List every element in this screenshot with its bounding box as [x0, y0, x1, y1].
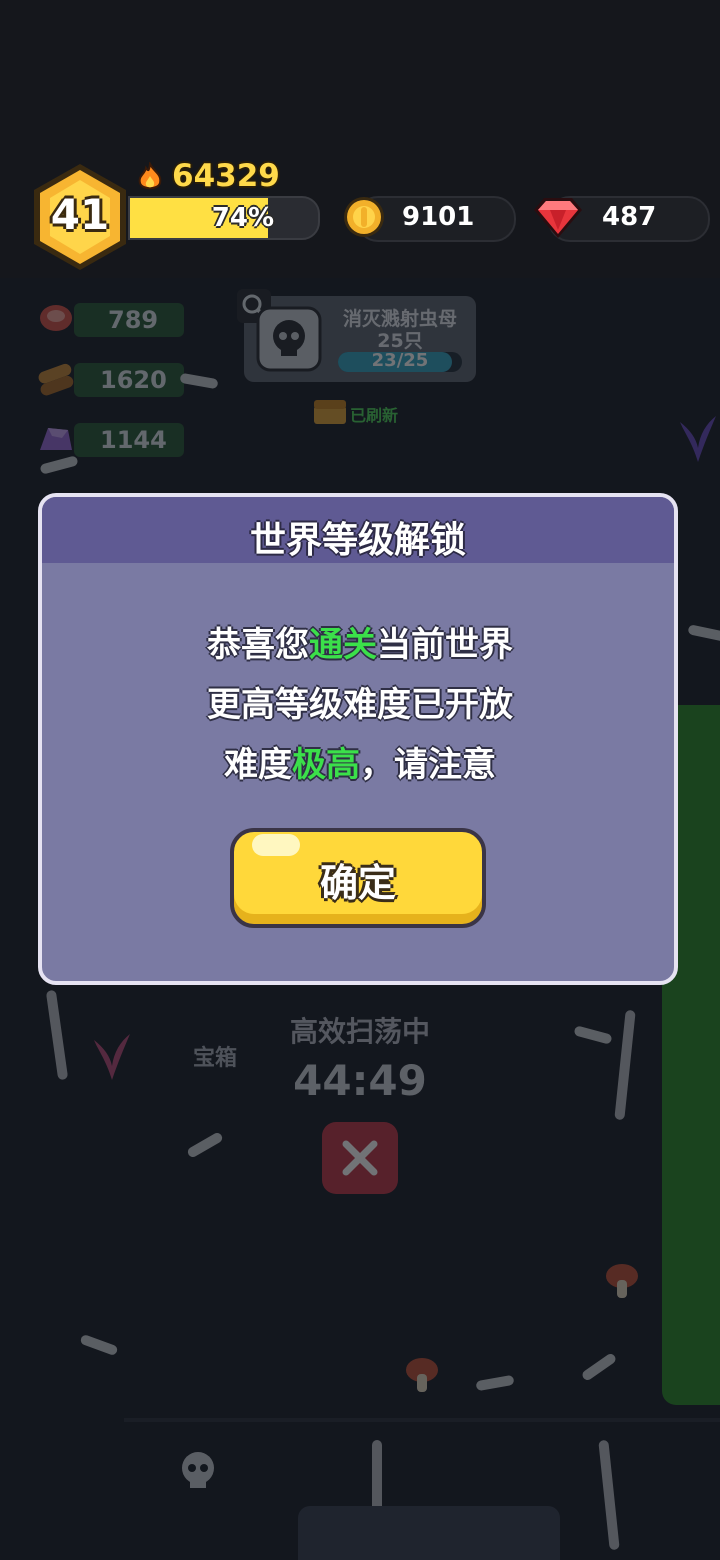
message-text: 恭喜您 — [207, 625, 309, 665]
coin-amount: 9101 — [402, 202, 475, 232]
dialog-title: 世界等级解锁 — [249, 520, 466, 561]
message-text: 难度 — [224, 745, 292, 785]
gem-amount: 487 — [602, 202, 657, 232]
highlight-difficulty: 极高 — [292, 745, 360, 785]
message-line-1: 恭喜您通关当前世界 — [0, 617, 720, 666]
combat-power: 64329 — [172, 158, 280, 194]
message-text: 当前世界 — [377, 625, 513, 665]
coin-icon — [344, 197, 384, 237]
confirm-button-label: 确定 — [319, 861, 396, 905]
highlight-cleared: 通关 — [309, 625, 377, 665]
flame-icon — [138, 162, 162, 190]
message-line-3: 难度极高，请注意 — [0, 737, 720, 786]
xp-percent: 74% — [211, 203, 274, 233]
message-line-2: 更高等级难度已开放 — [207, 685, 513, 725]
gem-icon — [534, 198, 582, 238]
message-text: ，请注意 — [360, 745, 496, 785]
player-level: 41 — [50, 190, 110, 239]
